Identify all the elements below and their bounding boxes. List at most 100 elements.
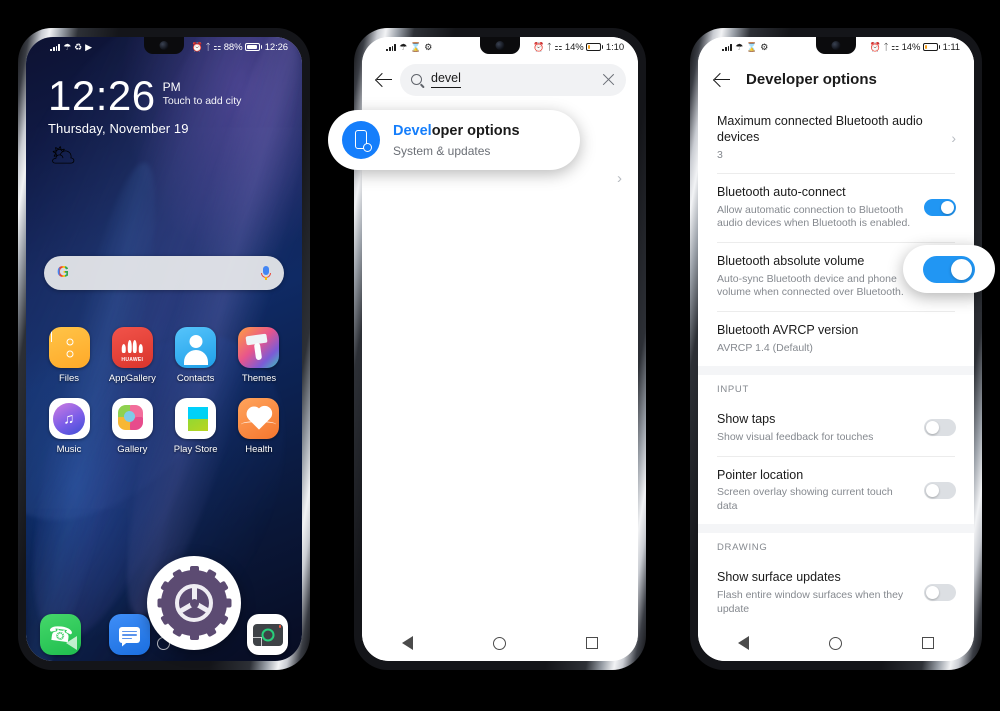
- status-left-icons: ☂ ♻ ▶: [26, 41, 92, 52]
- nav-back-icon[interactable]: [66, 636, 77, 650]
- phone-device-devoptions: ☂ ⌛ ⚙ ⏰ ᛏ ⚏ 14% 1:11 Developer options M…: [690, 28, 982, 670]
- health-icon: [238, 398, 280, 439]
- status-left-icons: ☂ ⌛ ⚙: [698, 41, 769, 52]
- app-appgallery[interactable]: HUAWEI AppGallery: [101, 327, 163, 384]
- row-max-bluetooth-devices[interactable]: Maximum connected Bluetooth audio device…: [698, 102, 974, 173]
- app-label: Contacts: [176, 373, 215, 384]
- bluetooth-icon: ᛏ: [546, 41, 552, 52]
- app-contacts[interactable]: Contacts: [165, 327, 227, 384]
- wifi-icon: ☂: [399, 41, 408, 52]
- row-title: Pointer location: [717, 467, 804, 482]
- sync-icon: ♻: [74, 41, 83, 52]
- vibrate-icon: ⚏: [554, 41, 563, 52]
- row-subtitle: Screen overlay showing current touch dat…: [717, 485, 893, 512]
- search-result-match: Devel: [393, 123, 432, 140]
- nav-recents-icon[interactable]: [922, 637, 934, 649]
- vibrate-icon: ⚏: [891, 41, 900, 52]
- toggle-show-surface-updates[interactable]: [924, 584, 956, 602]
- app-label: AppGallery: [108, 373, 156, 384]
- settings-gear-icon: [161, 566, 227, 640]
- app-music[interactable]: ♫ Music: [38, 398, 100, 455]
- camera-notch: [480, 37, 520, 54]
- toggle-pointer-location[interactable]: [924, 481, 956, 499]
- toggle-bluetooth-absolute-volume[interactable]: [923, 255, 975, 283]
- nav-home-icon[interactable]: [493, 636, 506, 650]
- nav-recents-icon[interactable]: [250, 637, 262, 649]
- battery-percent: 88%: [223, 41, 243, 53]
- app-themes[interactable]: Themes: [228, 327, 290, 384]
- app-row-2: ♫ Music Gallery Play Store Health: [38, 398, 290, 455]
- mic-icon[interactable]: [261, 265, 271, 281]
- clock-time: 12:26: [48, 72, 156, 119]
- section-divider: [698, 524, 974, 534]
- search-result-subtitle: System & updates: [393, 143, 491, 158]
- app-gallery[interactable]: Gallery: [101, 398, 163, 455]
- partly-cloudy-icon: 🌥: [50, 144, 77, 167]
- row-pointer-location[interactable]: Pointer location Screen overlay showing …: [698, 455, 974, 525]
- app-play-store[interactable]: Play Store: [165, 398, 227, 455]
- alarm-icon: ⏰: [869, 41, 881, 52]
- app-label: Play Store: [173, 444, 218, 455]
- gear-inner: [173, 582, 215, 624]
- search-input[interactable]: devel: [400, 63, 626, 96]
- section-header-input: INPUT: [717, 384, 749, 396]
- search-result-developer-options[interactable]: Developer options System & updates: [328, 110, 580, 170]
- row-title: Show taps: [717, 412, 776, 427]
- toggle-bluetooth-auto-connect[interactable]: [924, 199, 956, 217]
- alarm-icon: ⏰: [191, 41, 203, 52]
- back-arrow-icon[interactable]: [374, 70, 394, 90]
- settings-tap-highlight[interactable]: [147, 556, 241, 650]
- toggle-show-taps[interactable]: [924, 419, 956, 437]
- google-search-widget[interactable]: G: [44, 256, 284, 290]
- google-logo: G: [57, 264, 69, 281]
- search-query-text: devel: [431, 71, 461, 88]
- row-subtitle: Auto-sync Bluetooth device and phone vol…: [717, 272, 904, 299]
- camera-notch: [816, 37, 856, 54]
- sync-icon: ⚙: [760, 41, 769, 52]
- row-show-taps[interactable]: Show taps Show visual feedback for touch…: [698, 400, 974, 455]
- battery-icon: [586, 43, 604, 51]
- search-result-rest: oper options: [431, 123, 520, 140]
- appgallery-icon: HUAWEI: [111, 327, 153, 368]
- app-label: Files: [58, 373, 80, 384]
- row-subtitle: Flash entire window surfaces when they u…: [717, 588, 904, 615]
- music-icon: ♫: [48, 398, 90, 439]
- battery-percent: 14%: [564, 41, 584, 53]
- settings-list[interactable]: Maximum connected Bluetooth audio device…: [698, 102, 974, 625]
- nav-back-icon[interactable]: [738, 636, 749, 650]
- chevron-right-icon: ›: [951, 129, 956, 146]
- section-header-drawing: DRAWING: [717, 542, 768, 554]
- nav-home-icon[interactable]: [829, 636, 842, 650]
- back-arrow-icon[interactable]: [712, 70, 732, 90]
- search-toolbar: devel: [362, 57, 638, 102]
- nav-back-icon[interactable]: [402, 636, 413, 650]
- screenshot-stage: ☂ ♻ ▶ ⏰ ᛏ ⚏ 88% 12:26 12:26 PM Touch to …: [0, 0, 1000, 711]
- hourglass-icon: ⌛: [410, 41, 422, 52]
- search-icon: [411, 74, 422, 85]
- app-row-1: Files HUAWEI AppGallery Contacts Themes: [38, 327, 290, 384]
- nav-recents-icon[interactable]: [586, 637, 598, 649]
- status-clock: 1:10: [605, 41, 624, 53]
- row-subtitle: Show visual feedback for touches: [717, 430, 874, 443]
- chevron-right-icon: ›: [617, 170, 622, 187]
- row-show-surface-updates[interactable]: Show surface updates Flash entire window…: [698, 558, 974, 625]
- navigation-bar-devoptions: [698, 625, 974, 661]
- clock-widget[interactable]: 12:26 PM Touch to add city Thursday, Nov…: [48, 72, 242, 136]
- sync-icon: ⚙: [424, 41, 433, 52]
- row-bluetooth-auto-connect[interactable]: Bluetooth auto-connect Allow automatic c…: [698, 173, 974, 242]
- row-bluetooth-avrcp-version[interactable]: Bluetooth AVRCP version AVRCP 1.4 (Defau…: [698, 311, 974, 366]
- bluetooth-absolute-volume-callout[interactable]: [903, 245, 995, 293]
- app-files[interactable]: Files: [38, 327, 100, 384]
- status-clock: 1:11: [942, 41, 960, 53]
- signal-icon: [386, 43, 397, 51]
- app-health[interactable]: Health: [228, 398, 290, 455]
- wifi-icon: ☂: [63, 41, 72, 52]
- search-result-title: Developer options: [393, 123, 520, 139]
- battery-icon: [922, 43, 941, 51]
- themes-icon: [238, 327, 280, 368]
- alarm-icon: ⏰: [533, 41, 545, 52]
- clear-icon[interactable]: [602, 73, 615, 86]
- clock-city-hint[interactable]: Touch to add city: [163, 95, 242, 107]
- phone-screen-devoptions: ☂ ⌛ ⚙ ⏰ ᛏ ⚏ 14% 1:11 Developer options M…: [698, 37, 974, 661]
- bluetooth-icon: ᛏ: [883, 41, 889, 52]
